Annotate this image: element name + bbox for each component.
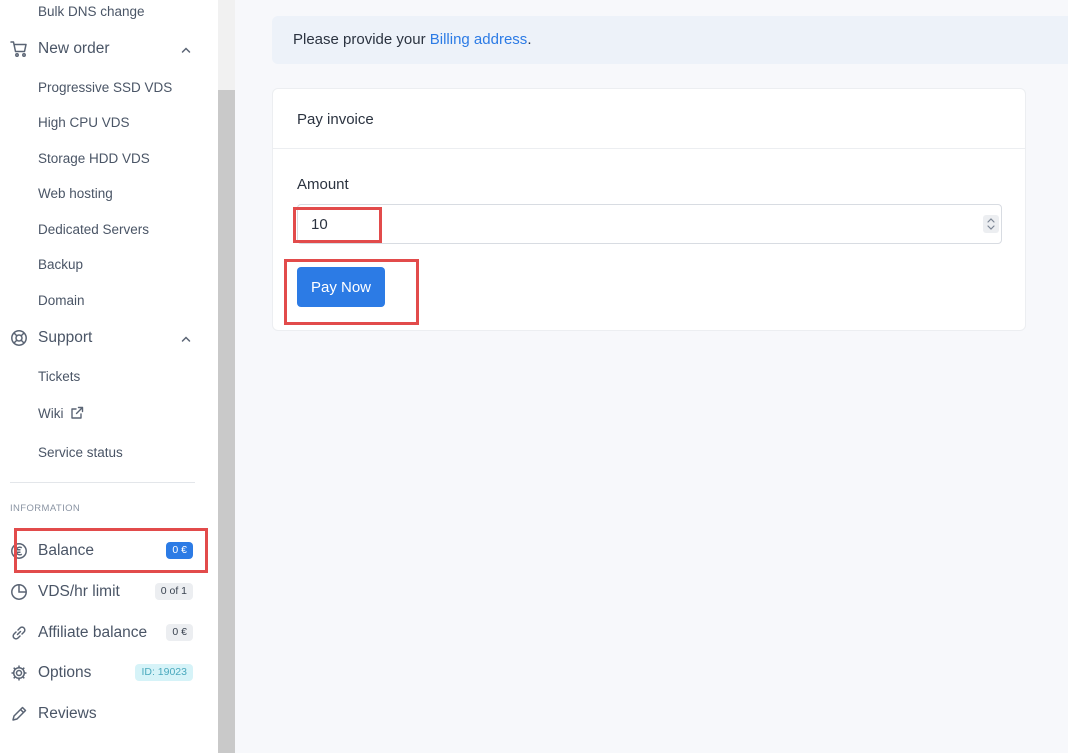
lifebuoy-icon <box>10 329 28 347</box>
sidebar-item-bulk-dns-change[interactable]: Bulk DNS change <box>38 4 145 19</box>
sidebar-item-dedicated-servers[interactable]: Dedicated Servers <box>38 222 149 237</box>
billing-address-notice: Please provide your Billing address. <box>272 16 1068 64</box>
sidebar-divider <box>10 482 195 483</box>
sidebar-scrollbar-thumb[interactable] <box>218 90 235 753</box>
chevron-up-icon[interactable] <box>180 43 192 55</box>
amount-label: Amount <box>297 176 349 193</box>
sidebar-item-affiliate-balance[interactable]: Affiliate balance 0 € <box>10 620 196 646</box>
link-icon <box>10 624 28 642</box>
external-link-icon <box>70 406 84 423</box>
sidebar-item-high-cpu-vds[interactable]: High CPU VDS <box>38 115 130 130</box>
sidebar-item-options[interactable]: Options ID: 19023 <box>10 660 196 686</box>
sidebar-section-label: Support <box>38 329 93 346</box>
sidebar-item-balance[interactable]: Balance 0 € <box>10 538 196 564</box>
notice-suffix: . <box>527 31 532 48</box>
affiliate-balance-badge: 0 € <box>166 624 193 641</box>
card-header: Pay invoice <box>273 89 1025 149</box>
sidebar-item-tickets[interactable]: Tickets <box>38 369 80 384</box>
sidebar-item-domain[interactable]: Domain <box>38 293 85 308</box>
sidebar-section-new-order[interactable]: New order <box>10 37 196 61</box>
sidebar-section-support[interactable]: Support <box>10 326 196 350</box>
sidebar: Bulk DNS change New order Progressive SS… <box>0 0 218 753</box>
notice-prefix: Please provide your <box>293 31 430 48</box>
notice-text: Please provide your Billing address. <box>293 31 531 48</box>
chevron-up-icon[interactable] <box>180 332 192 344</box>
balance-label: Balance <box>38 542 95 559</box>
sidebar-item-progressive-ssd-vds[interactable]: Progressive SSD VDS <box>38 80 172 95</box>
pay-invoice-card: Pay invoice Amount Pay Now <box>272 88 1026 331</box>
billing-address-link[interactable]: Billing address <box>430 31 528 48</box>
pie-chart-icon <box>10 583 28 601</box>
affiliate-balance-label: Affiliate balance <box>38 624 148 641</box>
sidebar-section-label: New order <box>38 40 110 57</box>
user-id-badge: ID: 19023 <box>135 664 193 681</box>
sidebar-item-reviews[interactable]: Reviews <box>10 701 196 727</box>
sidebar-item-wiki[interactable]: Wiki <box>38 406 84 423</box>
euro-icon <box>10 542 28 560</box>
options-label: Options <box>38 664 92 681</box>
amount-input[interactable] <box>297 204 1002 244</box>
sidebar-item-web-hosting[interactable]: Web hosting <box>38 186 113 201</box>
information-heading: INFORMATION <box>10 503 81 514</box>
pencil-icon <box>10 705 28 723</box>
number-spinner[interactable] <box>983 215 999 233</box>
sidebar-item-backup[interactable]: Backup <box>38 257 83 272</box>
vds-limit-label: VDS/hr limit <box>38 583 120 600</box>
balance-badge: 0 € <box>166 542 193 559</box>
sidebar-item-storage-hdd-vds[interactable]: Storage HDD VDS <box>38 151 150 166</box>
pay-now-button[interactable]: Pay Now <box>297 267 385 307</box>
reviews-label: Reviews <box>38 705 97 722</box>
sidebar-item-label: Wiki <box>38 406 64 421</box>
sidebar-item-service-status[interactable]: Service status <box>38 445 123 460</box>
card-title: Pay invoice <box>297 111 374 128</box>
gear-icon <box>10 664 28 682</box>
vds-limit-badge: 0 of 1 <box>154 583 193 600</box>
sidebar-item-vds-limit[interactable]: VDS/hr limit 0 of 1 <box>10 579 196 605</box>
cart-icon <box>10 40 28 58</box>
